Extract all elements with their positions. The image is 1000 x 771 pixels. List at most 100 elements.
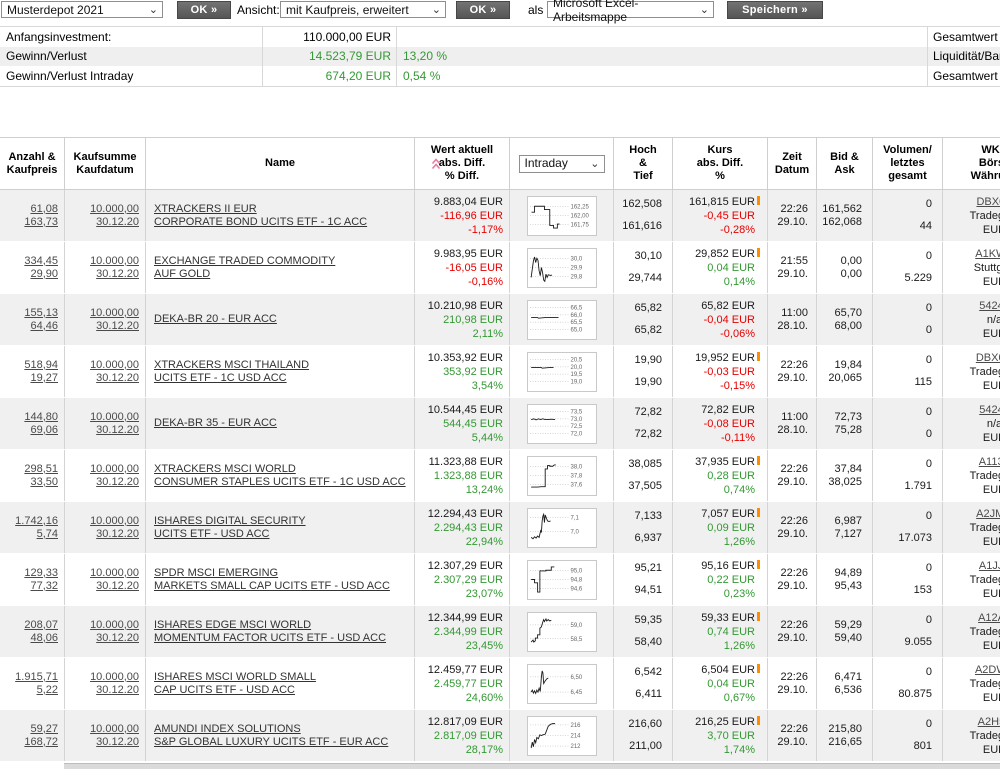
intraday-sparkline-chart[interactable]: 20,520,019,519,0 [527,352,597,392]
kaufpreis-link[interactable]: 19,27 [30,372,58,385]
kaufdatum-link[interactable]: 30.12.20 [96,528,139,541]
position-name-link[interactable]: DEKA-BR 20 - EUR ACC [154,313,414,326]
kaufdatum-link[interactable]: 30.12.20 [96,320,139,333]
wkn-link[interactable]: 54245 [943,299,1000,313]
kaufsumme-link[interactable]: 10.000,00 [90,515,139,528]
wkn-link[interactable]: DBX0E [943,195,1000,209]
kaufpreis-link[interactable]: 48,06 [30,632,58,645]
wkn-link[interactable]: 54245 [943,403,1000,417]
wkn-link[interactable]: A1KWP [943,247,1000,261]
intraday-sparkline-chart[interactable]: 6,506,45 [527,664,597,704]
kaufpreis-link[interactable]: 5,22 [37,684,58,697]
position-name-link[interactable]: XTRACKERS MSCI THAILAND UCITS ETF - 1C U… [154,359,414,385]
position-name-link[interactable]: ISHARES EDGE MSCI WORLD MOMENTUM FACTOR … [154,619,414,645]
zeit-value: 11:00 [768,307,808,320]
position-name-link[interactable]: SPDR MSCI EMERGING MARKETS SMALL CAP UCI… [154,567,414,593]
kaufpreis-link[interactable]: 163,73 [24,216,58,229]
anzahl-link[interactable]: 1.742,16 [15,515,58,528]
hoch-value: 216,60 [614,718,662,731]
depot-select[interactable]: Musterdepot 2021 ⌄ [1,1,163,18]
intraday-select[interactable]: Intraday ⌄ [519,155,605,173]
kaufdatum-link[interactable]: 30.12.20 [96,424,139,437]
kaufdatum-link[interactable]: 30.12.20 [96,372,139,385]
kaufdatum-link[interactable]: 30.12.20 [96,684,139,697]
kaufdatum-link[interactable]: 30.12.20 [96,580,139,593]
ok-button[interactable]: OK » [177,1,231,19]
anzahl-link[interactable]: 59,27 [30,723,58,736]
kaufsumme-link[interactable]: 10.000,00 [90,671,139,684]
kaufdatum-link[interactable]: 30.12.20 [96,216,139,229]
kaufsumme-link[interactable]: 10.000,00 [90,619,139,632]
wkn-link[interactable]: A2H56 [943,715,1000,729]
kaufdatum-link[interactable]: 30.12.20 [96,476,139,489]
kaufpreis-link[interactable]: 77,32 [30,580,58,593]
anzahl-link[interactable]: 1.915,71 [15,671,58,684]
anzahl-link[interactable]: 144,80 [24,411,58,424]
wkn-link[interactable]: A2DWE [943,663,1000,677]
anzahl-link[interactable]: 61,08 [30,203,58,216]
position-name-link[interactable]: XTRACKERS MSCI WORLD CONSUMER STAPLES UC… [154,463,414,489]
anzahl-link[interactable]: 155,13 [24,307,58,320]
intraday-sparkline-chart[interactable]: 7,17,0 [527,508,597,548]
wkn-link[interactable]: DBX0G [943,351,1000,365]
anzahl-link[interactable]: 208,07 [24,619,58,632]
kaufsumme-link[interactable]: 10.000,00 [90,255,139,268]
wert-pct-diff: -0,16% [415,275,503,289]
wkn-link[interactable]: A1JJT [943,559,1000,573]
kaufpreis-link[interactable]: 69,06 [30,424,58,437]
kaufsumme-link[interactable]: 10.000,00 [90,411,139,424]
anzahl-link[interactable]: 298,51 [24,463,58,476]
wkn-link[interactable]: A2JMG [943,507,1000,521]
intraday-sparkline-chart[interactable]: 162,25162,00161,75 [527,196,597,236]
kaufpreis-link[interactable]: 168,72 [24,736,58,749]
kaufpreis-link[interactable]: 5,74 [37,528,58,541]
view-select[interactable]: mit Kaufpreis, erweitert ⌄ [280,1,446,18]
position-name-link[interactable]: ISHARES DIGITAL SECURITY UCITS ETF - USD… [154,515,414,541]
kurs-line: 6,504 EUR [673,663,760,677]
intraday-sparkline-chart[interactable]: 66,566,065,565,0 [527,300,597,340]
waehrung-value: EUR [943,379,1000,393]
intraday-sparkline-chart[interactable]: 30,029,929,8 [527,248,597,288]
kaufsumme-link[interactable]: 10.000,00 [90,723,139,736]
anzahl-link[interactable]: 129,33 [24,567,58,580]
wkn-link[interactable]: A12AT [943,611,1000,625]
position-name-link[interactable]: ISHARES MSCI WORLD SMALL CAP UCITS ETF -… [154,671,414,697]
kaufpreis-link[interactable]: 33,50 [30,476,58,489]
header-bid-ask: Bid & Ask [817,138,873,189]
kaufsumme-link[interactable]: 10.000,00 [90,463,139,476]
intraday-sparkline-chart[interactable]: 59,058,5 [527,612,597,652]
volumen-gesamt-value: 0 [873,428,932,441]
kaufpreis-link[interactable]: 29,90 [30,268,58,281]
intraday-sparkline-chart[interactable]: 38,037,837,6 [527,456,597,496]
kaufdatum-link[interactable]: 30.12.20 [96,268,139,281]
kaufsumme-link[interactable]: 10.000,00 [90,567,139,580]
anzahl-link[interactable]: 518,94 [24,359,58,372]
cell-volumen: 0 115 [873,346,943,397]
intraday-sparkline-chart[interactable]: 95,094,894,6 [527,560,597,600]
kaufdatum-link[interactable]: 30.12.20 [96,632,139,645]
export-format-select[interactable]: Microsoft Excel-Arbeitsmappe ⌄ [547,1,714,18]
svg-text:216: 216 [570,722,581,728]
intraday-sparkline-chart[interactable]: 73,573,072,572,0 [527,404,597,444]
sort-ascending-icon[interactable] [431,145,441,174]
position-name-link[interactable]: AMUNDI INDEX SOLUTIONS S&P GLOBAL LUXURY… [154,723,414,749]
cell-intraday: 6,506,45 [510,658,614,709]
wkn-link[interactable]: A113F [943,455,1000,469]
kaufsumme-link[interactable]: 10.000,00 [90,203,139,216]
boerse-value: Tradegate [943,729,1000,743]
save-button[interactable]: Speichern » [727,1,823,19]
cell-kurs: 6,504 EUR 0,04 EUR 0,67% [673,658,768,709]
ok-button-2[interactable]: OK » [456,1,510,19]
position-name-link[interactable]: EXCHANGE TRADED COMMODITY AUF GOLD [154,255,414,281]
anzahl-link[interactable]: 334,45 [24,255,58,268]
position-name-link[interactable]: XTRACKERS II EUR CORPORATE BOND UCITS ET… [154,203,414,229]
wert-abs-diff: -16,05 EUR [415,261,503,275]
kaufsumme-link[interactable]: 10.000,00 [90,359,139,372]
intraday-sparkline-chart[interactable]: 216214212 [527,716,597,756]
position-name-link[interactable]: DEKA-BR 35 - EUR ACC [154,417,414,430]
kaufsumme-link[interactable]: 10.000,00 [90,307,139,320]
bid-value: 6,987 [817,515,862,528]
kaufdatum-link[interactable]: 30.12.20 [96,736,139,749]
kaufpreis-link[interactable]: 64,46 [30,320,58,333]
kurs-pct-diff: 1,26% [673,639,760,653]
